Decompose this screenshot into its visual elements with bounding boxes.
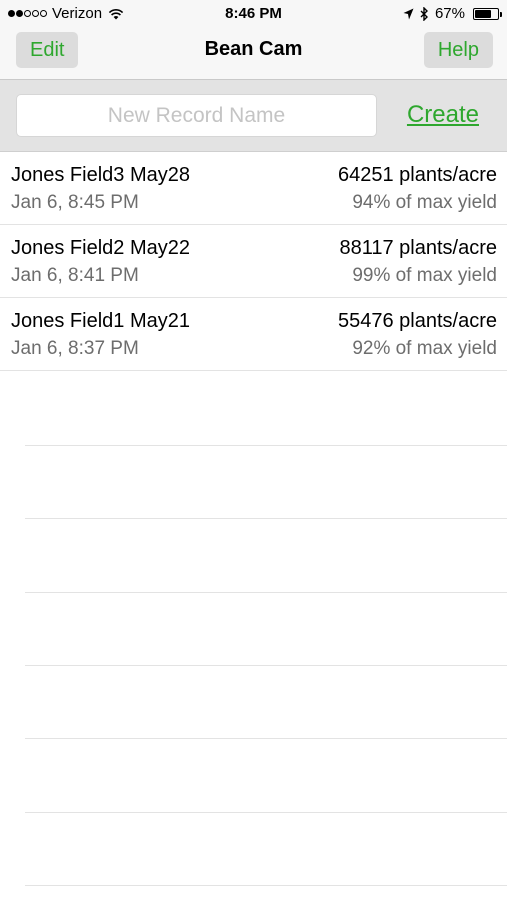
record-yield: 94% of max yield [352,192,497,213]
location-arrow-icon [403,8,414,19]
battery-percent: 67% [434,5,465,22]
empty-row-separator [25,665,507,666]
bluetooth-icon [420,6,428,21]
record-date: Jan 6, 8:45 PM [11,192,139,213]
empty-row-separator [25,812,507,813]
create-record-bar: Create [0,80,507,152]
record-density: 88117 plants/acre [339,237,497,259]
empty-row-separator [25,445,507,446]
record-yield: 92% of max yield [352,338,497,359]
record-list: Jones Field3 May28 Jan 6, 8:45 PM 64251 … [0,152,507,371]
record-name: Jones Field3 May28 [11,164,190,186]
help-button[interactable]: Help [423,32,493,68]
record-name: Jones Field2 May22 [11,237,190,259]
empty-row-separator [25,885,507,886]
record-name-input[interactable] [16,94,377,137]
status-bar-right: 67% [403,5,502,22]
record-yield: 99% of max yield [352,265,497,286]
record-date: Jan 6, 8:41 PM [11,265,139,286]
record-density: 55476 plants/acre [337,310,497,332]
record-row[interactable]: Jones Field3 May28 Jan 6, 8:45 PM 64251 … [0,152,507,225]
status-bar: Verizon 8:46 PM 67% [0,0,507,28]
navigation-bar: Edit Bean Cam Help [0,28,507,80]
record-name: Jones Field1 May21 [11,310,190,332]
empty-row-separator [25,592,507,593]
record-density: 64251 plants/acre [337,164,497,186]
record-row[interactable]: Jones Field2 May22 Jan 6, 8:41 PM 88117 … [0,225,507,298]
battery-icon [473,7,502,20]
empty-row-separator [25,738,507,739]
record-row[interactable]: Jones Field1 May21 Jan 6, 8:37 PM 55476 … [0,298,507,371]
create-button[interactable]: Create [407,101,479,129]
empty-row-separator [25,518,507,519]
record-date: Jan 6, 8:37 PM [11,338,139,359]
